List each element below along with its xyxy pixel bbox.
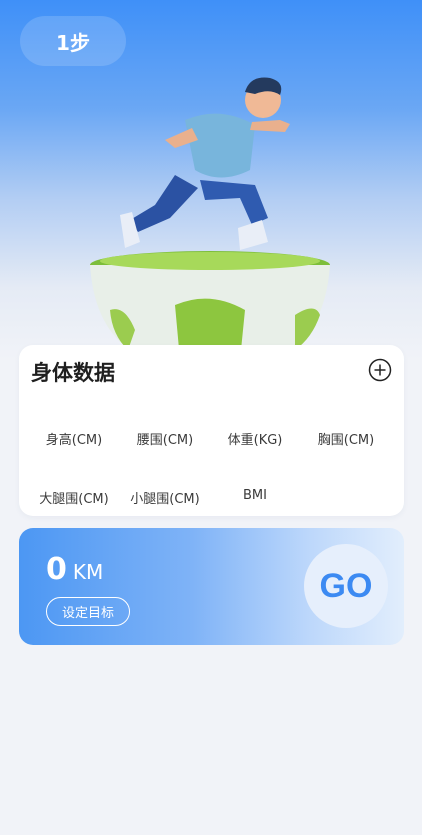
metric-calf[interactable]: 小腿围(CM) [120, 488, 210, 507]
body-data-card: 身体数据 身高(CM) 腰围(CM) 体重(KG) 胸围(CM) 大腿围(CM)… [19, 345, 404, 516]
metric-waist[interactable]: 腰围(CM) [120, 429, 210, 448]
steps-counter[interactable]: 1步 [20, 16, 126, 66]
distance-value: 0 KM [46, 552, 103, 587]
distance-number: 0 [46, 552, 67, 587]
metric-chest[interactable]: 胸围(CM) [301, 429, 391, 448]
metric-height[interactable]: 身高(CM) [29, 429, 119, 448]
body-data-title: 身体数据 [31, 361, 115, 385]
distance-unit: KM [72, 560, 104, 584]
metric-bmi[interactable]: BMI [210, 488, 300, 503]
metric-thigh[interactable]: 大腿围(CM) [29, 488, 119, 507]
plus-circle-icon[interactable] [368, 358, 392, 382]
hero-banner: 1步 [0, 0, 422, 360]
distance-card: 0 KM 设定目标 GO [19, 528, 404, 645]
metric-weight[interactable]: 体重(KG) [210, 429, 300, 448]
runner-illustration [90, 77, 330, 360]
set-goal-button[interactable]: 设定目标 [46, 597, 130, 626]
go-button[interactable]: GO [304, 544, 388, 628]
